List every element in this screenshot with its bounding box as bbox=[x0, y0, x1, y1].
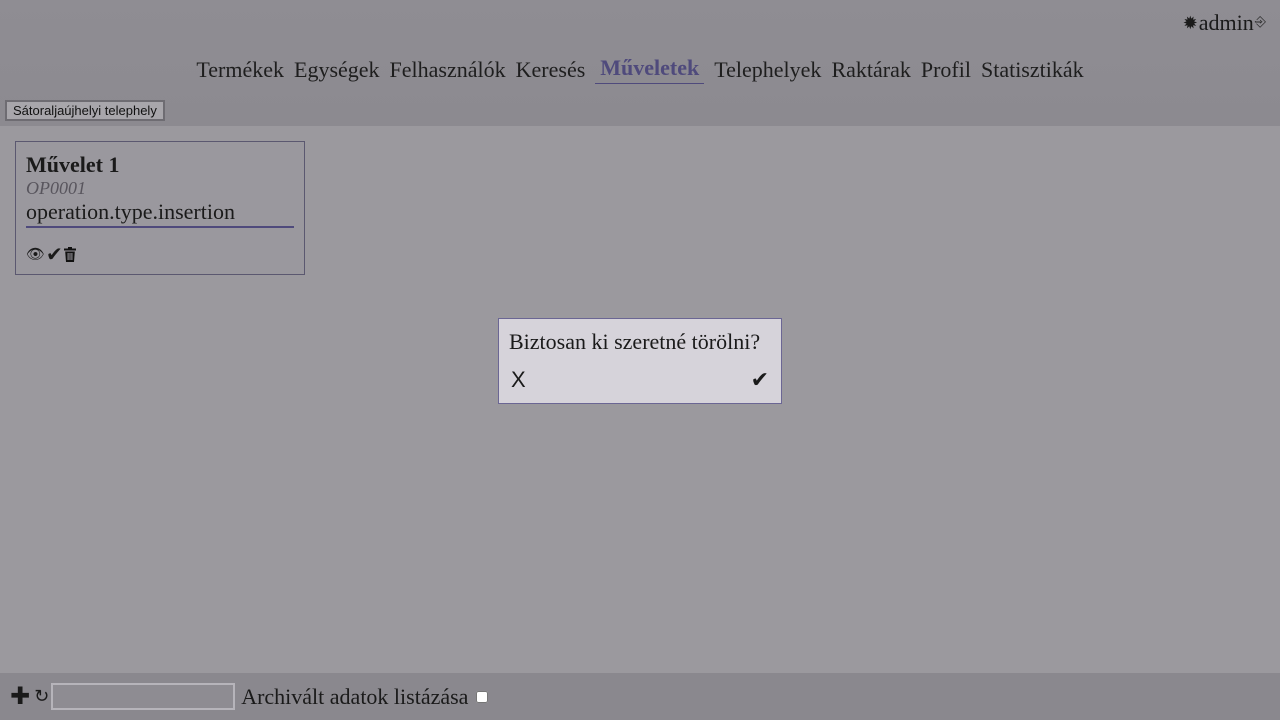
trash-icon[interactable] bbox=[63, 246, 76, 262]
nav-item-muveletek[interactable]: Műveletek bbox=[595, 55, 705, 84]
plus-icon[interactable]: ✚ bbox=[10, 682, 30, 710]
card-actions: 👁 ✔ bbox=[26, 242, 294, 266]
cancel-button[interactable]: X bbox=[511, 367, 526, 393]
nav-item-felhasznalok[interactable]: Felhasználók bbox=[390, 57, 506, 84]
nav-item-raktarak[interactable]: Raktárak bbox=[831, 57, 910, 84]
nav-item-kereses[interactable]: Keresés bbox=[516, 57, 586, 84]
check-icon[interactable]: ✔ bbox=[751, 368, 769, 393]
username[interactable]: admin bbox=[1199, 10, 1254, 36]
nav-item-termekek[interactable]: Termékek bbox=[196, 57, 284, 84]
refresh-icon[interactable]: ↻ bbox=[34, 686, 49, 707]
check-icon[interactable]: ✔ bbox=[46, 242, 63, 266]
eye-icon[interactable]: 👁 bbox=[26, 245, 45, 263]
search-input[interactable] bbox=[51, 683, 236, 710]
delete-confirm-dialog: Biztosan ki szeretné törölni? X ✔ bbox=[498, 318, 782, 404]
nav-item-telephelyek[interactable]: Telephelyek bbox=[714, 57, 821, 84]
sun-icon[interactable]: ✹ bbox=[1183, 13, 1198, 34]
nav-item-statisztikak[interactable]: Statisztikák bbox=[981, 57, 1084, 84]
nav-item-profil[interactable]: Profil bbox=[921, 57, 971, 84]
operation-code: OP0001 bbox=[26, 178, 86, 198]
logout-icon[interactable]: ⎆ bbox=[1255, 15, 1266, 31]
operation-card: Művelet 1 OP0001 operation.type.insertio… bbox=[15, 141, 305, 275]
nav-item-egysegek[interactable]: Egységek bbox=[294, 57, 380, 84]
dialog-question: Biztosan ki szeretné törölni? bbox=[509, 329, 761, 354]
main-nav: Termékek Egységek Felhasználók Keresés M… bbox=[0, 55, 1280, 84]
dialog-buttons: X ✔ bbox=[509, 367, 771, 393]
operation-type: operation.type.insertion bbox=[26, 198, 294, 228]
archived-checkbox[interactable] bbox=[476, 690, 489, 703]
user-menu[interactable]: ✹ admin ⎆ bbox=[1183, 10, 1266, 36]
header-bar: ✹ admin ⎆ Termékek Egységek Felhasználók… bbox=[0, 0, 1280, 126]
footer-bar: ✚ ↻ Archivált adatok listázása bbox=[0, 673, 1280, 720]
confirm-button[interactable]: ✔ bbox=[751, 368, 769, 393]
operation-title: Művelet 1 bbox=[26, 152, 120, 177]
archived-label: Archivált adatok listázása bbox=[241, 683, 469, 709]
site-selector-button[interactable]: Sátoraljaújhelyi telephely bbox=[5, 100, 165, 121]
